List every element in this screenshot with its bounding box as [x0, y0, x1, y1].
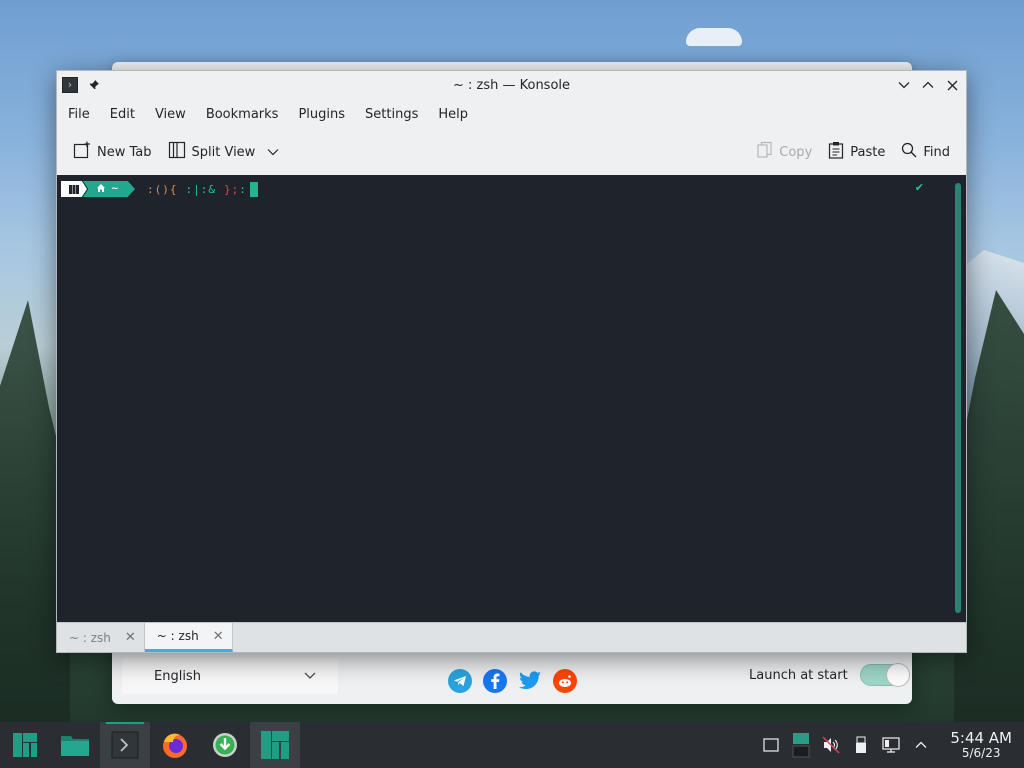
maximize-button[interactable] — [920, 77, 936, 93]
home-icon — [97, 183, 105, 195]
os-logo-icon — [61, 181, 87, 197]
prompt-dir-text: ~ — [111, 184, 119, 194]
prompt-line: ~ :(){ :|:& }; : — [61, 181, 258, 197]
launch-at-start: Launch at start — [749, 663, 910, 687]
copy-label: Copy — [779, 144, 813, 160]
menu-file[interactable]: File — [58, 107, 100, 122]
telegram-icon[interactable] — [448, 669, 472, 693]
folder-icon — [61, 736, 89, 756]
split-view-label: Split View — [191, 144, 256, 160]
chevron-down-icon — [304, 669, 316, 684]
command-part: : — [239, 182, 247, 196]
chevron-up-icon[interactable] — [912, 736, 930, 754]
chevron-down-icon — [267, 145, 279, 160]
pager-icon[interactable] — [792, 733, 810, 758]
menu-bar: File Edit View Bookmarks Plugins Setting… — [57, 99, 966, 129]
menu-view[interactable]: View — [145, 107, 196, 122]
manjaro-hello-task[interactable] — [250, 722, 300, 768]
system-tray: 5:44 AM 5/6/23 — [762, 730, 1024, 760]
network-wired-icon[interactable] — [882, 736, 900, 754]
close-button[interactable] — [944, 77, 960, 93]
tab-zsh-1[interactable]: ~ : zsh ✕ — [57, 623, 145, 652]
command-part: }; — [224, 182, 240, 196]
prompt-directory: ~ — [83, 181, 135, 197]
app-launcher-button[interactable] — [0, 722, 50, 768]
menu-help[interactable]: Help — [428, 107, 478, 122]
facebook-icon[interactable] — [483, 669, 507, 693]
menu-bookmarks[interactable]: Bookmarks — [196, 107, 289, 122]
terminal-view[interactable]: ~ :(){ :|:& }; : ✔ — [57, 175, 966, 622]
text-cursor — [249, 181, 258, 197]
taskbar: 5:44 AM 5/6/23 — [0, 722, 1024, 768]
tab-zsh-2[interactable]: ~ : zsh ✕ — [144, 623, 233, 652]
konsole-app-icon[interactable]: › — [62, 77, 78, 93]
tab-bar: ~ : zsh ✕ ~ : zsh ✕ — [57, 622, 966, 652]
reddit-icon[interactable] — [553, 669, 577, 693]
command-part: :|:& — [185, 182, 216, 196]
digital-clock[interactable]: 5:44 AM 5/6/23 — [950, 730, 1012, 760]
clock-time: 5:44 AM — [950, 729, 1012, 748]
software-update-task[interactable] — [200, 722, 250, 768]
launch-at-start-label: Launch at start — [749, 667, 848, 683]
download-icon — [213, 733, 237, 757]
command-text: :(){ :|:& }; : — [147, 181, 258, 197]
file-manager-task[interactable] — [50, 722, 100, 768]
copy-icon — [757, 141, 773, 163]
paste-label: Paste — [850, 144, 886, 160]
check-icon: ✔ — [914, 181, 924, 194]
split-view-icon — [168, 141, 186, 163]
manjaro-logo-icon — [13, 733, 37, 757]
volume-muted-icon[interactable] — [822, 736, 840, 754]
menu-settings[interactable]: Settings — [355, 107, 428, 122]
close-icon[interactable]: ✕ — [125, 630, 136, 645]
close-icon[interactable]: ✕ — [213, 629, 224, 644]
usb-device-icon[interactable] — [852, 736, 870, 754]
wallpaper-cloud — [686, 28, 742, 46]
new-tab-button[interactable]: New Tab — [65, 137, 160, 167]
menu-plugins[interactable]: Plugins — [288, 107, 355, 122]
find-label: Find — [923, 144, 950, 160]
konsole-task[interactable] — [100, 722, 150, 768]
terminal-icon — [111, 731, 139, 759]
paste-icon — [828, 141, 844, 163]
language-select[interactable]: English — [122, 658, 338, 694]
title-bar[interactable]: › ~ : zsh — Konsole — [57, 71, 966, 99]
show-desktop-icon[interactable] — [762, 736, 780, 754]
toggle-knob — [885, 663, 910, 687]
manjaro-logo-icon — [261, 731, 289, 759]
tool-bar: New Tab Split View Copy Paste Find — [57, 129, 966, 175]
pin-icon[interactable] — [86, 77, 102, 93]
konsole-window: › ~ : zsh — Konsole File Edit View Bookm… — [56, 70, 967, 653]
clock-date: 5/6/23 — [961, 745, 1001, 760]
find-button[interactable]: Find — [893, 137, 958, 167]
launch-at-start-toggle[interactable] — [859, 663, 910, 687]
language-select-value: English — [154, 668, 201, 684]
firefox-icon — [163, 733, 187, 758]
command-part: :(){ — [147, 182, 178, 196]
terminal-scrollbar[interactable] — [955, 183, 961, 613]
new-tab-label: New Tab — [97, 144, 152, 160]
tab-label: ~ : zsh — [156, 629, 199, 643]
new-tab-icon — [73, 141, 91, 163]
split-view-button[interactable]: Split View — [160, 137, 288, 167]
minimize-button[interactable] — [896, 77, 912, 93]
firefox-task[interactable] — [150, 722, 200, 768]
twitter-icon[interactable] — [518, 669, 542, 693]
window-title: ~ : zsh — Konsole — [452, 77, 571, 93]
search-icon — [901, 142, 917, 162]
paste-button[interactable]: Paste — [820, 137, 893, 167]
menu-edit[interactable]: Edit — [100, 107, 145, 122]
tab-label: ~ : zsh — [69, 630, 111, 645]
copy-button[interactable]: Copy — [749, 137, 820, 167]
social-links — [448, 669, 577, 693]
